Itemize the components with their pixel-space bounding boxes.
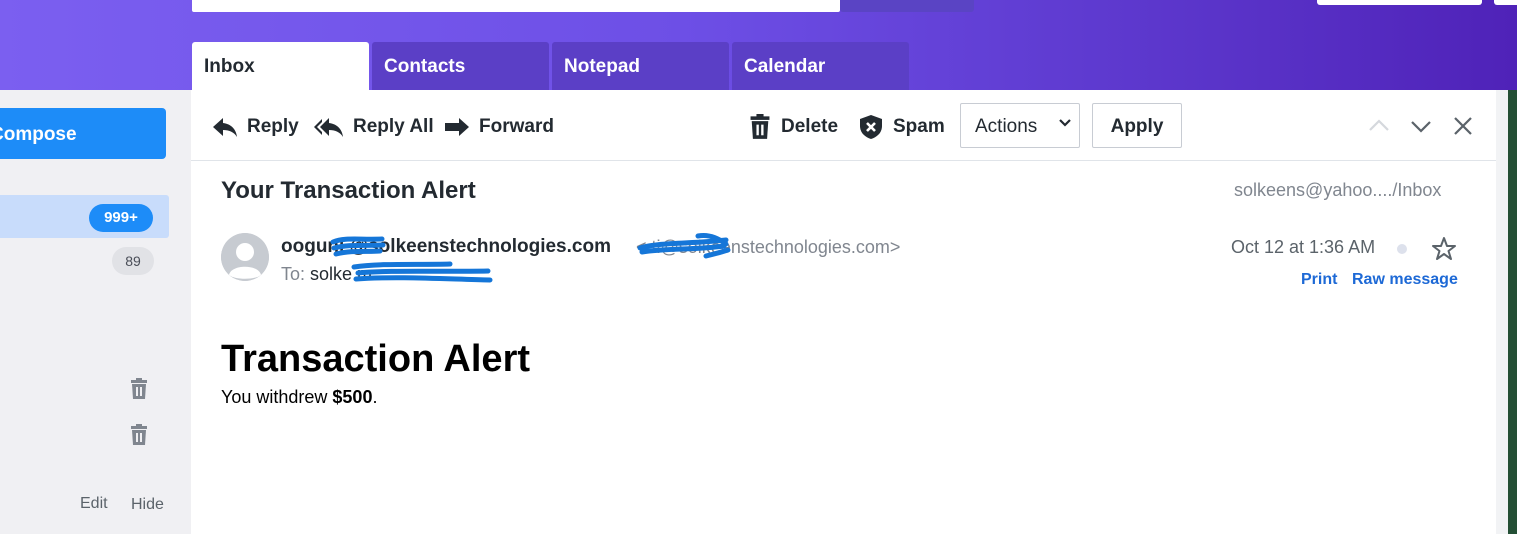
chevron-down-icon[interactable] <box>1408 113 1434 139</box>
body-text-suffix: . <box>372 387 378 407</box>
search-button[interactable] <box>840 0 974 12</box>
raw-message-link[interactable]: Raw message <box>1352 271 1458 289</box>
close-icon[interactable] <box>1450 113 1476 139</box>
avatar-icon <box>221 233 269 281</box>
body-text: You withdrew $500. <box>221 387 377 408</box>
unread-count-badge: 89 <box>112 247 154 275</box>
tab-notepad[interactable]: Notepad <box>552 42 729 90</box>
folder-path: solkeens@yahoo..../Inbox <box>1234 180 1442 200</box>
to-label: To: <box>281 264 306 284</box>
trash-icon[interactable] <box>129 378 149 400</box>
print-link[interactable]: Print <box>1301 271 1337 289</box>
reply-all-button[interactable]: Reply All <box>312 108 434 146</box>
tab-contacts[interactable]: Contacts <box>372 42 549 90</box>
spam-shield-icon <box>860 115 882 139</box>
search-input[interactable] <box>192 0 840 12</box>
redaction-mark <box>330 236 386 257</box>
trash-icon[interactable] <box>129 424 149 446</box>
inbox-count-badge: 999+ <box>89 204 153 232</box>
star-icon[interactable] <box>1431 236 1457 262</box>
chevron-down-icon <box>1059 119 1071 127</box>
trash-icon <box>750 114 770 139</box>
body-heading: Transaction Alert <box>221 338 531 380</box>
forward-icon <box>445 118 469 136</box>
message-subject: Your Transaction Alert <box>221 177 476 204</box>
spam-button[interactable]: Spam <box>858 108 945 146</box>
chevron-up-icon[interactable] <box>1366 113 1392 139</box>
reply-all-icon <box>314 118 343 137</box>
compose-button[interactable]: Compose <box>0 108 166 159</box>
header-control[interactable] <box>1494 0 1517 5</box>
side-panel-strip <box>1508 90 1517 534</box>
message-date: Oct 12 at 1:36 AM <box>1231 237 1376 257</box>
reply-button[interactable]: Reply <box>212 108 299 146</box>
header-control[interactable] <box>1317 0 1482 5</box>
apply-button[interactable]: Apply <box>1092 103 1182 148</box>
forward-button[interactable]: Forward <box>444 108 554 146</box>
body-text-prefix: You withdrew <box>221 387 333 407</box>
delete-button[interactable]: Delete <box>748 108 838 146</box>
reply-all-label: Reply All <box>353 116 434 137</box>
withdrawal-amount: $500 <box>332 387 373 407</box>
sidebar-hide-link[interactable]: Hide <box>131 496 164 514</box>
redaction-mark <box>637 233 731 259</box>
reply-label: Reply <box>247 116 299 137</box>
delete-label: Delete <box>781 116 839 137</box>
scrollbar-gutter[interactable] <box>1496 90 1508 534</box>
forward-label: Forward <box>479 116 554 137</box>
reply-icon <box>213 118 237 137</box>
sidebar-edit-link[interactable]: Edit <box>80 495 108 513</box>
tab-inbox[interactable]: Inbox <box>192 42 369 90</box>
redaction-mark <box>351 261 493 283</box>
tab-calendar[interactable]: Calendar <box>732 42 909 90</box>
unread-indicator[interactable] <box>1397 244 1407 254</box>
spam-label: Spam <box>893 116 945 137</box>
avatar <box>221 233 269 281</box>
